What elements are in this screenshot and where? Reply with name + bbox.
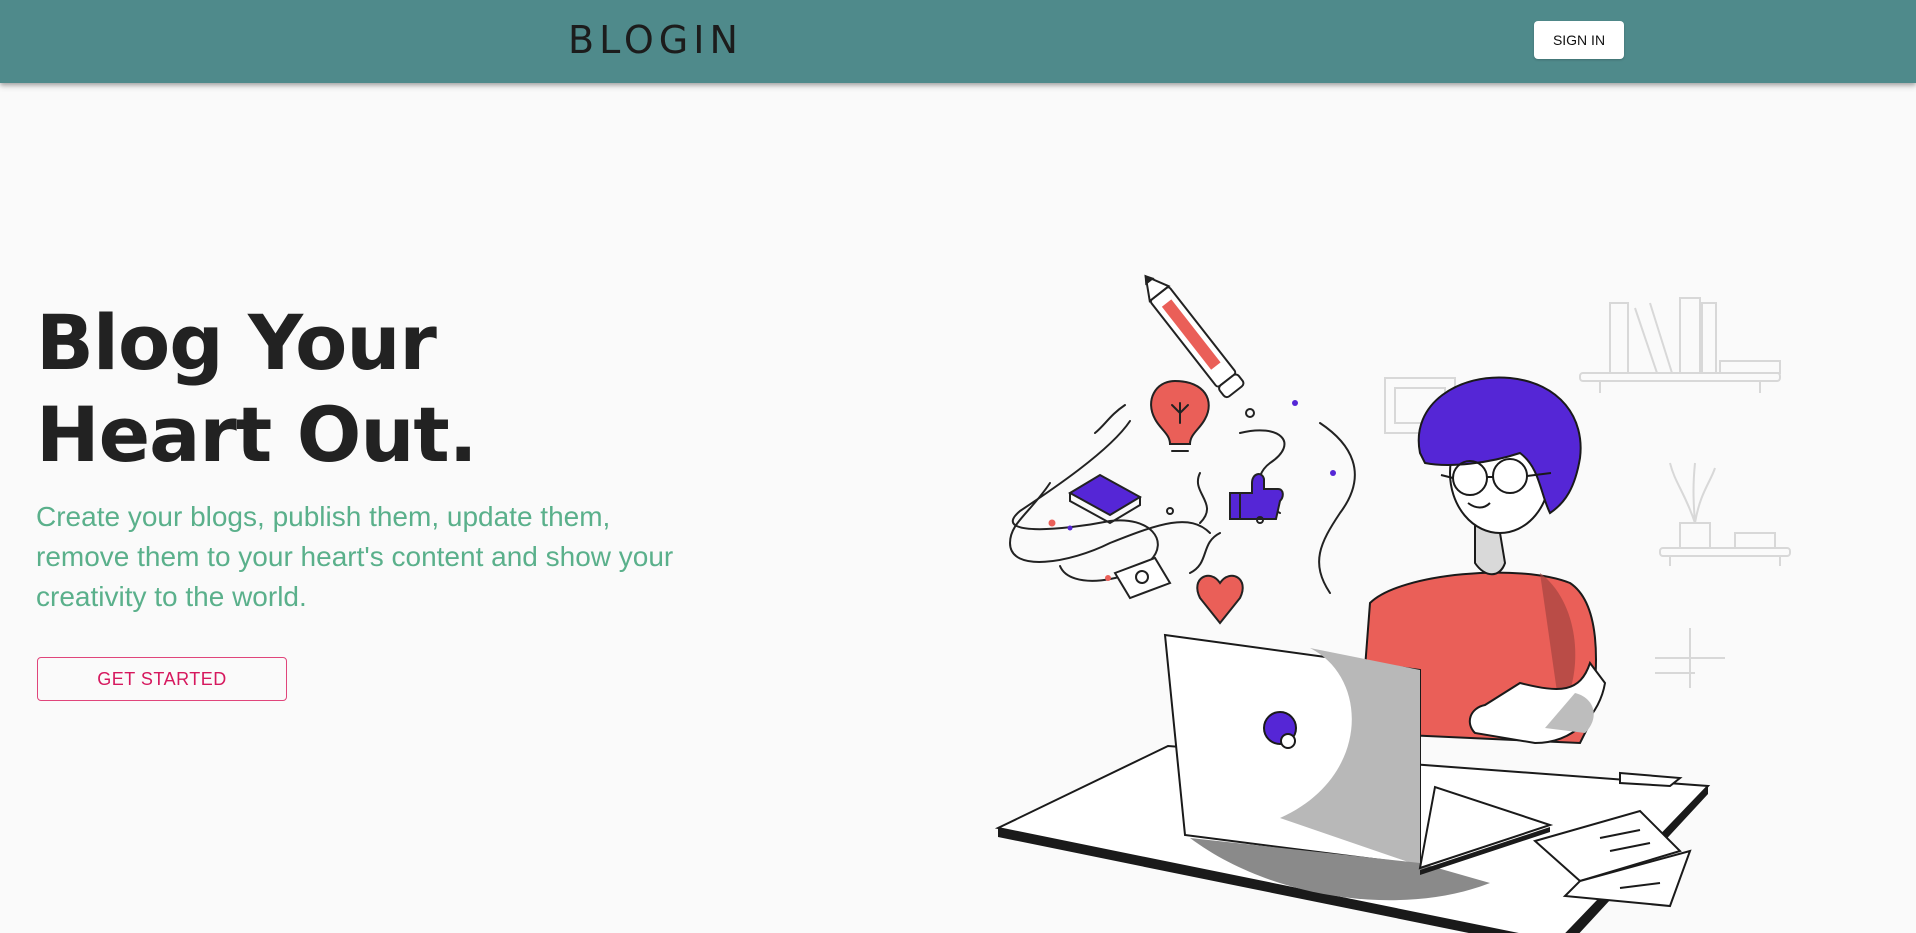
- hero-subtitle: Create your blogs, publish them, update …: [36, 501, 674, 612]
- brand-logo[interactable]: BLOGIN: [568, 18, 743, 62]
- doodles: [1008, 274, 1356, 625]
- blogger-illustration: [994, 274, 1791, 933]
- hero-section: Blog Your Heart Out. Create your blogs, …: [0, 83, 1916, 933]
- app-bar: BLOGIN SIGN IN: [0, 0, 1916, 83]
- hero-headline: Blog Your Heart Out.: [36, 298, 478, 479]
- sign-in-button[interactable]: SIGN IN: [1534, 21, 1624, 59]
- get-started-button[interactable]: GET STARTED: [37, 657, 287, 701]
